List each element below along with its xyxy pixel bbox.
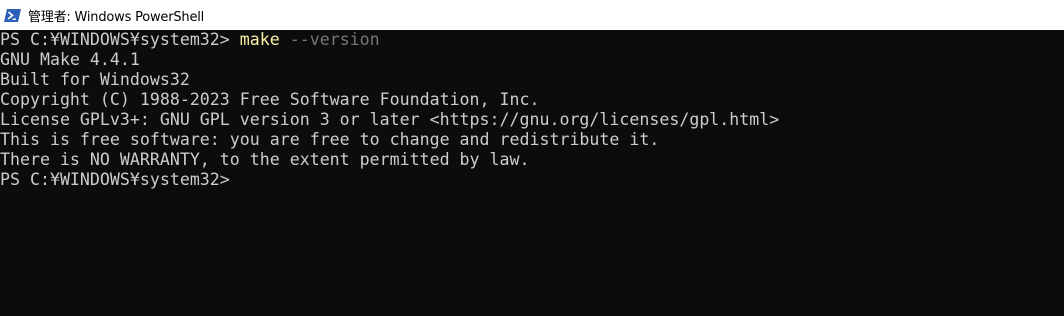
window-title: 管理者: Windows PowerShell (28, 9, 205, 25)
output-line: License GPLv3+: GNU GPL version 3 or lat… (0, 110, 780, 129)
command-line: PS C:¥WINDOWS¥system32> make --version (0, 30, 1064, 50)
command-name: make (239, 30, 280, 49)
output-line: GNU Make 4.4.1 (0, 50, 140, 69)
powershell-icon (4, 7, 21, 24)
title-bar[interactable]: 管理者: Windows PowerShell (0, 0, 1064, 30)
output-line: Built for Windows32 (0, 70, 190, 89)
command-argument: --version (279, 30, 380, 49)
console-output-area[interactable]: PS C:¥WINDOWS¥system32> make --version G… (0, 30, 1064, 316)
powershell-window: 管理者: Windows PowerShell PS C:¥WINDOWS¥sy… (0, 0, 1064, 316)
output-line: Copyright (C) 1988-2023 Free Software Fo… (0, 90, 540, 109)
final-prompt[interactable]: PS C:¥WINDOWS¥system32> (0, 170, 1064, 190)
output-line: There is NO WARRANTY, to the extent perm… (0, 150, 530, 169)
output-line: This is free software: you are free to c… (0, 130, 660, 149)
prompt-text: PS C:¥WINDOWS¥system32> (0, 30, 240, 49)
